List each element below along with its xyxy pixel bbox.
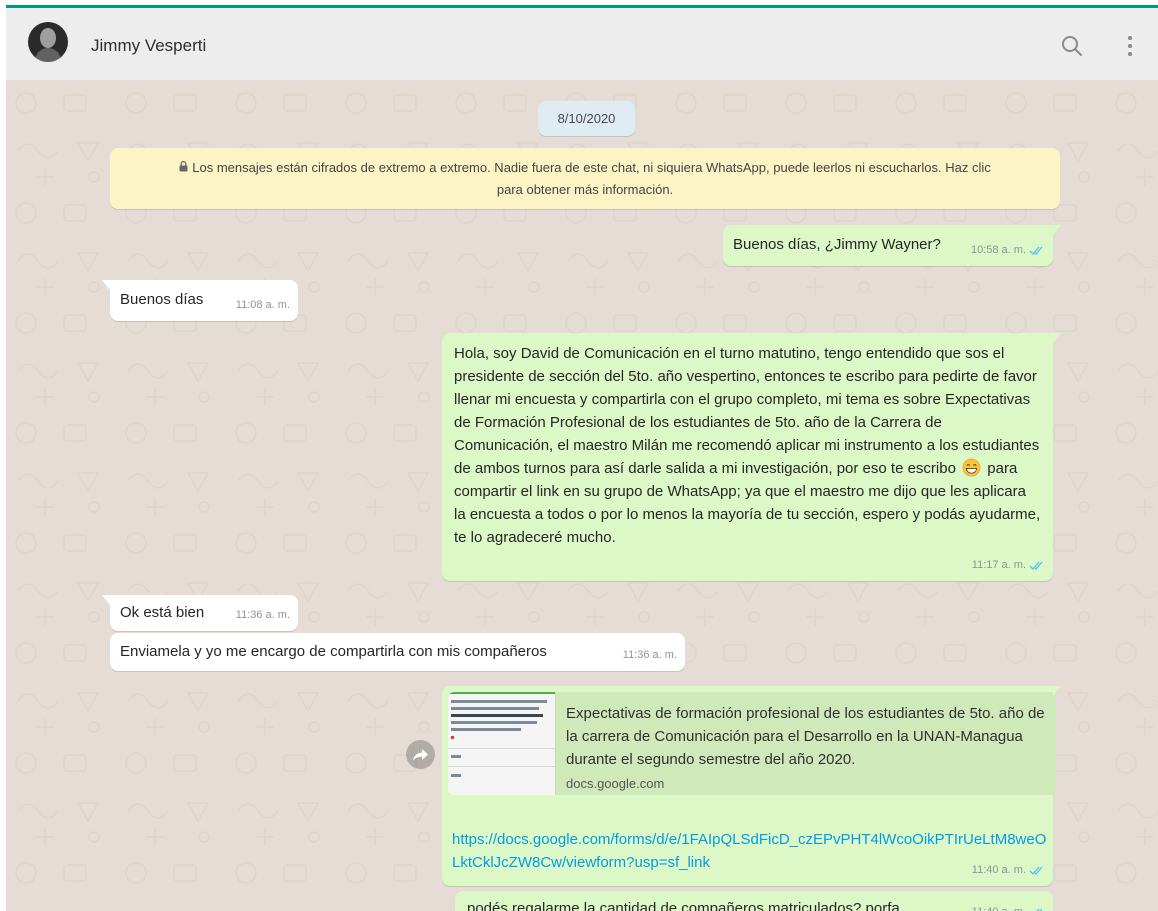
message-bubble-outgoing-link[interactable]: Expectativas de formación profesional de… — [442, 686, 1061, 886]
message-meta: 11:08 a. m. — [236, 294, 290, 317]
thumb-line — [451, 707, 539, 710]
link-preview-thumbnail — [448, 692, 556, 795]
message-time: 11:36 a. m. — [235, 609, 290, 621]
thumb-divider — [448, 748, 555, 749]
thumb-line — [451, 721, 537, 724]
message-time: 11:17 a. m. — [971, 559, 1026, 571]
search-icon[interactable] — [1058, 32, 1086, 60]
message-meta: 11:36 a. m. — [236, 604, 290, 627]
date-chip: 8/10/2020 — [538, 101, 635, 136]
message-bubble-incoming[interactable]: Ok está bien 11:36 a. m. — [102, 595, 298, 631]
chat-area[interactable]: 8/10/2020 Los mensajes están cifrados de… — [6, 81, 1158, 911]
message-text: Hola, soy David de Comunicación en el tu… — [454, 345, 1044, 477]
encryption-notice-line1: Los mensajes están cifrados de extremo a… — [192, 160, 991, 175]
message-bubble-incoming[interactable]: Enviamela y yo me encargo de compartirla… — [110, 633, 685, 671]
thumb-accent — [448, 692, 555, 694]
grin-emoji-icon — [962, 458, 981, 477]
message-text: Buenos días, ¿Jimmy Wayner? — [733, 236, 941, 253]
message-bubble-outgoing[interactable]: Hola, soy David de Comunicación en el tu… — [442, 333, 1061, 581]
thumb-line — [451, 714, 543, 717]
message-time: 10:58 a. m. — [970, 244, 1026, 256]
message-time: 11:40 a. m. — [971, 864, 1026, 876]
thumb-line — [451, 700, 547, 703]
lock-icon — [179, 161, 188, 172]
thumb-line — [451, 736, 454, 739]
double-check-icon — [1029, 561, 1043, 570]
avatar-shoulders — [35, 48, 61, 62]
message-meta: 11:40 a. m. — [972, 859, 1045, 882]
encryption-notice[interactable]: Los mensajes están cifrados de extremo a… — [110, 148, 1060, 209]
thumb-line — [451, 774, 461, 777]
message-bubble-incoming[interactable]: Buenos días 11:08 a. m. — [102, 280, 298, 321]
forward-button[interactable] — [406, 740, 435, 769]
thumb-divider — [448, 766, 555, 767]
thumb-line — [451, 728, 521, 731]
message-text: Ok está bien — [120, 604, 205, 621]
message-meta: 11:40 a. m. — [972, 901, 1045, 911]
double-check-icon — [1029, 866, 1043, 875]
thumb-line — [451, 755, 461, 758]
menu-icon[interactable] — [1116, 32, 1144, 60]
encryption-notice-line2: para obtener más información. — [496, 182, 674, 197]
link-preview-domain: docs.google.com — [566, 776, 665, 791]
message-bubble-outgoing[interactable]: Buenos días, ¿Jimmy Wayner? 10:58 a. m. — [723, 225, 1061, 266]
message-time: 11:40 a. m. — [972, 901, 1026, 911]
message-bubble-outgoing[interactable]: podés regalarme la cantidad de compañero… — [455, 891, 1053, 911]
message-meta: 10:58 a. m. — [971, 239, 1045, 262]
link-preview-title: Expectativas de formación profesional de… — [566, 705, 1045, 768]
message-time: 11:36 a. m. — [622, 649, 677, 661]
message-text: Enviamela y yo me encargo de compartirla… — [120, 643, 547, 660]
contact-name[interactable]: Jimmy Vesperti — [91, 36, 206, 56]
message-meta: 11:36 a. m. — [623, 644, 677, 667]
forward-icon — [413, 749, 428, 761]
message-meta: 11:17 a. m. — [972, 554, 1045, 577]
link-preview[interactable]: Expectativas de formación profesional de… — [448, 692, 1056, 795]
avatar-face — [40, 28, 56, 48]
message-link[interactable]: https://docs.google.com/forms/d/e/1FAIpQ… — [452, 828, 1052, 874]
whatsapp-window: Jimmy Vesperti 8/10/2020 Los mensajes es… — [6, 5, 1158, 911]
message-text: podés regalarme la cantidad de compañero… — [467, 900, 900, 911]
double-check-icon — [1036, 908, 1043, 911]
message-text: Buenos días — [120, 291, 204, 308]
avatar[interactable] — [28, 22, 68, 62]
double-check-icon — [1029, 246, 1043, 255]
chat-header[interactable]: Jimmy Vesperti — [6, 8, 1158, 81]
message-time: 11:08 a. m. — [235, 299, 290, 311]
